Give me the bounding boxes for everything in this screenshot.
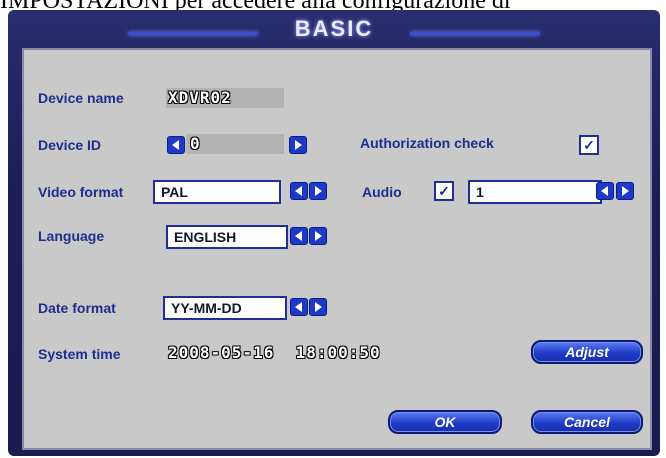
audio-prev-arrow-icon[interactable] <box>596 182 614 200</box>
video-format-next-arrow-icon[interactable] <box>309 182 327 200</box>
basic-dialog: BASIC Device name XDVR02 Device ID 0 Aut… <box>8 10 660 456</box>
cancel-button[interactable]: Cancel <box>531 410 643 434</box>
dialog-title: BASIC <box>294 16 374 41</box>
language-field[interactable]: ENGLISH <box>166 225 288 249</box>
device-name-value: XDVR02 <box>168 88 232 107</box>
authorization-check-label: Authorization check <box>360 135 494 151</box>
date-format-next-arrow-icon[interactable] <box>309 298 327 316</box>
language-next-arrow-icon[interactable] <box>309 227 327 245</box>
device-id-next-arrow-icon[interactable] <box>289 136 307 154</box>
video-format-field[interactable]: PAL <box>153 180 281 204</box>
device-id-value: 0 <box>190 134 201 153</box>
video-format-prev-arrow-icon[interactable] <box>290 182 308 200</box>
device-name-label: Device name <box>38 90 124 106</box>
audio-label: Audio <box>362 184 402 200</box>
authorization-checkbox[interactable]: ✓ <box>579 135 599 155</box>
title-bar: BASIC <box>8 10 660 50</box>
device-id-prev-arrow-icon[interactable] <box>167 136 185 154</box>
audio-next-arrow-icon[interactable] <box>616 182 634 200</box>
device-id-label: Device ID <box>38 137 102 153</box>
date-format-prev-arrow-icon[interactable] <box>290 298 308 316</box>
audio-checkbox[interactable]: ✓ <box>434 181 454 201</box>
ok-button[interactable]: OK <box>388 410 502 434</box>
adjust-button[interactable]: Adjust <box>531 340 643 364</box>
audio-channel-field[interactable]: 1 <box>468 180 602 204</box>
system-time-label: System time <box>38 346 121 362</box>
date-format-field[interactable]: YY-MM-DD <box>163 296 287 320</box>
date-format-label: Date format <box>38 300 116 316</box>
video-format-label: Video format <box>38 184 124 200</box>
system-time-value: 2008-05-16 18:00:50 <box>168 343 381 362</box>
language-label: Language <box>38 228 105 244</box>
language-prev-arrow-icon[interactable] <box>290 227 308 245</box>
settings-panel: Device name XDVR02 Device ID 0 Authoriza… <box>22 48 652 450</box>
